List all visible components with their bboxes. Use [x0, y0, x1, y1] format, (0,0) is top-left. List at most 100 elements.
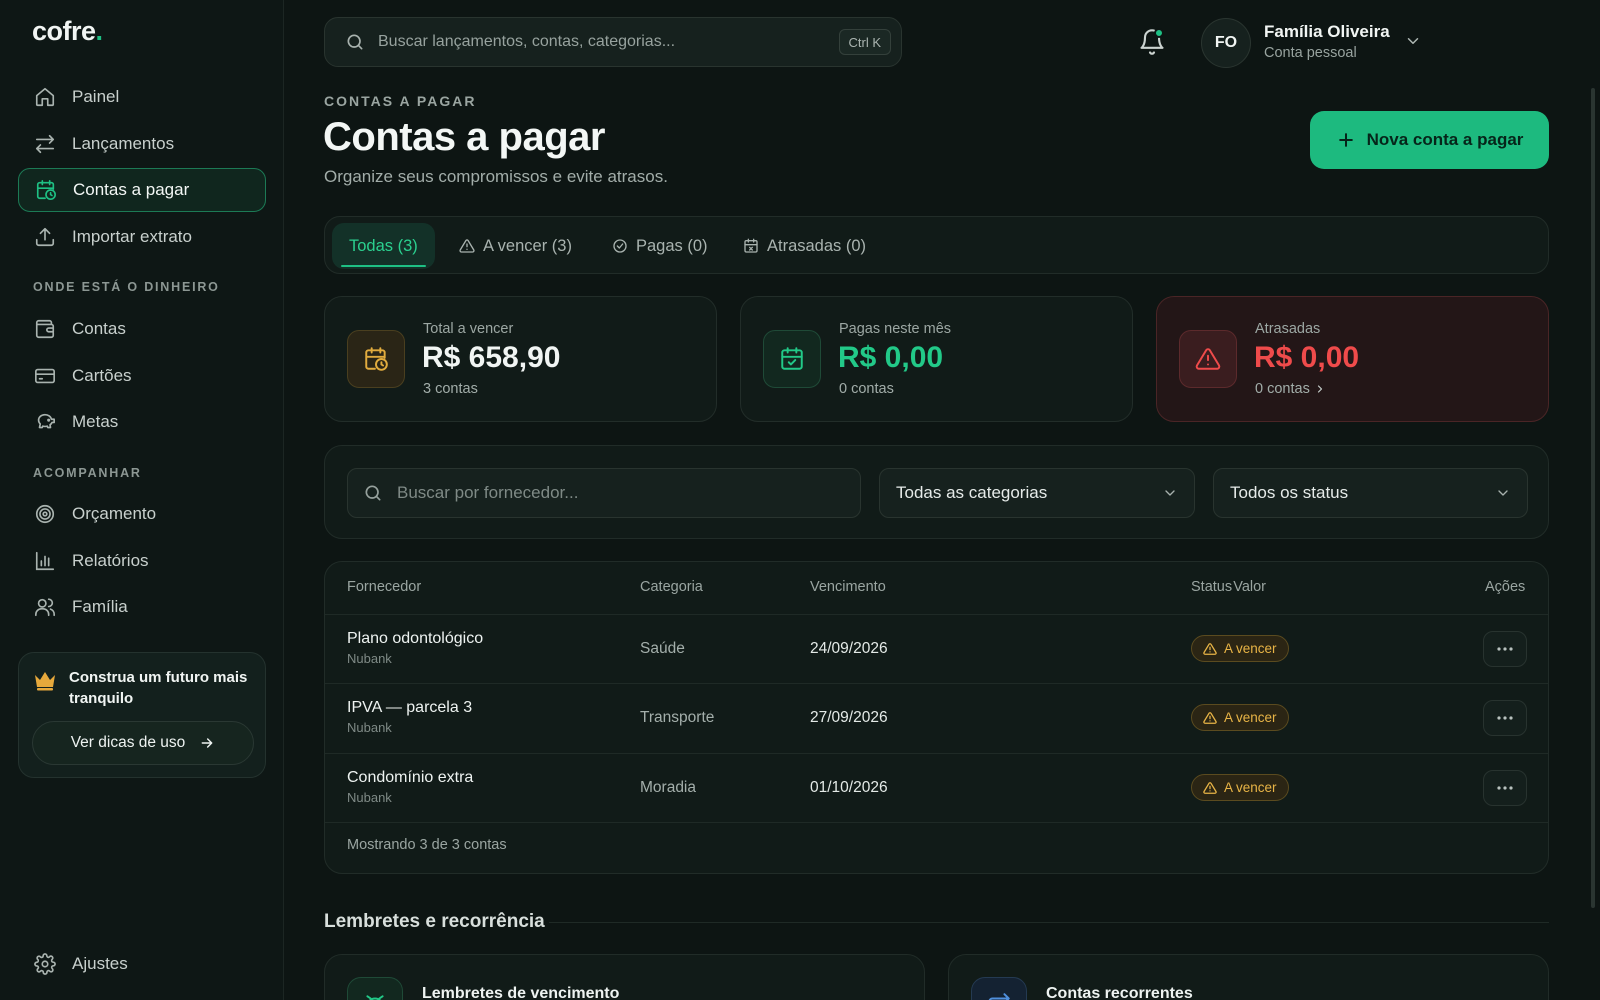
- user-subtitle: Conta pessoal: [1264, 45, 1357, 61]
- stat-label: Total a vencer: [423, 321, 514, 337]
- stat-card-total: Total a vencer R$ 658,90 3 contas: [324, 296, 717, 422]
- table-footer: Mostrando 3 de 3 contas: [347, 837, 507, 853]
- warning-triangle-icon: [1203, 642, 1217, 655]
- column-header[interactable]: Fornecedor: [347, 579, 421, 595]
- new-bill-label: Nova conta a pagar: [1366, 130, 1524, 149]
- stat-card-overdue[interactable]: Atrasadas R$ 0,00 0 contas: [1156, 296, 1549, 422]
- status-text: A vencer: [1224, 710, 1277, 725]
- warning-triangle-icon: [1203, 781, 1217, 794]
- status-select[interactable]: Todos os status: [1213, 468, 1528, 518]
- calendar-clock-icon: [365, 347, 388, 371]
- tab-label: Atrasadas (0): [767, 236, 867, 255]
- category-select[interactable]: Todas as categorias: [879, 468, 1195, 518]
- sidebar-item-label: Orçamento: [72, 504, 157, 523]
- promo-card: Construa um futuro mais tranquilo Ver di…: [18, 652, 266, 778]
- sidebar-item-painel[interactable]: Painel: [18, 75, 266, 119]
- sidebar-item-ajustes[interactable]: Ajustes: [18, 942, 266, 986]
- more-horizontal-icon: [1497, 786, 1513, 790]
- chevron-down-icon[interactable]: [1404, 32, 1422, 50]
- page-subtitle: Organize seus compromissos e evite atras…: [324, 167, 668, 186]
- more-horizontal-icon: [1497, 716, 1513, 720]
- column-header[interactable]: Categoria: [640, 579, 703, 595]
- sidebar-item-label: Família: [72, 597, 128, 616]
- page-scrollbar[interactable]: [1591, 88, 1595, 908]
- sidebar-item-label: Contas a pagar: [73, 180, 190, 199]
- tab-pagas[interactable]: Pagas (0): [595, 223, 725, 269]
- sidebar-item-contas-a-pagar[interactable]: Contas a pagar: [18, 168, 266, 212]
- search-icon: [347, 34, 363, 50]
- sidebar-item-orcamento[interactable]: Orçamento: [18, 492, 266, 536]
- sidebar-item-lancamentos[interactable]: Lançamentos: [18, 122, 266, 166]
- check-circle-icon: [613, 239, 627, 253]
- sidebar-item-label: Lançamentos: [72, 134, 175, 153]
- sidebar-item-label: Contas: [72, 319, 126, 338]
- tab-label: A vencer (3): [483, 236, 572, 255]
- stat-icon-box: [1179, 330, 1237, 388]
- column-header[interactable]: Vencimento: [810, 579, 886, 595]
- reminder-icon-box: [971, 977, 1027, 1000]
- app-logo[interactable]: cofre.: [32, 16, 103, 47]
- status-badge: A vencer: [1191, 774, 1289, 801]
- global-search-input[interactable]: Buscar lançamentos, contas, categorias..…: [324, 17, 902, 67]
- stat-count-text: 0 contas: [839, 381, 894, 397]
- supplier-account: Nubank: [347, 790, 392, 805]
- bell-clock-icon: [366, 995, 384, 1000]
- sidebar-item-label: Painel: [72, 87, 120, 106]
- row-actions-button[interactable]: [1483, 770, 1527, 806]
- reminder-card-title: Contas recorrentes: [1046, 985, 1193, 1000]
- stat-count-text: 0 contas: [1255, 381, 1310, 397]
- users-icon: [35, 598, 55, 617]
- tab-a-vencer[interactable]: A vencer (3): [442, 223, 589, 269]
- supplier-search-input[interactable]: Buscar por fornecedor...: [347, 468, 861, 518]
- divider: [325, 753, 1548, 754]
- sidebar-item-familia[interactable]: Família: [18, 585, 266, 629]
- due-date-cell: 24/09/2026: [810, 640, 888, 657]
- tab-atrasadas[interactable]: Atrasadas (0): [726, 223, 883, 269]
- status-tabs: Todas (3) A vencer (3) Pagas (0) Atrasad…: [324, 216, 1549, 274]
- stat-count: 3 contas: [423, 381, 478, 397]
- sidebar-item-relatorios[interactable]: Relatórios: [18, 539, 266, 583]
- reminder-card-due[interactable]: Lembretes de vencimento: [324, 954, 925, 1000]
- category-cell: Transporte: [640, 709, 715, 726]
- column-header[interactable]: Valor: [1108, 579, 1266, 595]
- stat-label: Atrasadas: [1255, 321, 1321, 337]
- promo-text: Construa um futuro mais tranquilo: [69, 669, 248, 707]
- status-text: A vencer: [1224, 780, 1277, 795]
- reminder-icon-box: [347, 977, 403, 1000]
- sidebar-item-metas[interactable]: Metas: [18, 400, 266, 444]
- credit-card-icon: [35, 368, 55, 384]
- stat-count: 0 contas: [839, 381, 894, 397]
- transfer-arrows-icon: [35, 134, 55, 154]
- ver-dicas-button[interactable]: Ver dicas de uso: [32, 721, 254, 765]
- sidebar-item-contas[interactable]: Contas: [18, 307, 266, 351]
- avatar[interactable]: FO: [1201, 18, 1251, 68]
- sidebar-item-cartoes[interactable]: Cartões: [18, 354, 266, 398]
- status-text: A vencer: [1224, 641, 1277, 656]
- stat-count[interactable]: 0 contas: [1255, 381, 1326, 397]
- column-header[interactable]: Status: [1191, 579, 1232, 595]
- plus-icon: [1338, 133, 1353, 147]
- sidebar-item-importar-extrato[interactable]: Importar extrato: [18, 215, 266, 259]
- notification-badge: [1154, 28, 1164, 38]
- sidebar-item-label: Relatórios: [72, 551, 149, 570]
- row-actions-button[interactable]: [1483, 631, 1527, 667]
- stat-count-text: 3 contas: [423, 381, 478, 397]
- calendar-x-icon: [744, 238, 758, 253]
- alert-triangle-icon: [1195, 348, 1221, 370]
- tab-label: Pagas (0): [636, 236, 708, 255]
- reminder-card-title: Lembretes de vencimento: [422, 985, 620, 1000]
- chevron-down-icon: [1498, 490, 1508, 496]
- chevron-right-icon: [1317, 385, 1322, 393]
- sidebar-item-label: Cartões: [72, 366, 132, 385]
- tab-todas[interactable]: Todas (3): [332, 223, 435, 269]
- notifications-button[interactable]: [1138, 28, 1166, 56]
- page-eyebrow: CONTAS A PAGAR: [324, 93, 477, 109]
- row-actions-button[interactable]: [1483, 700, 1527, 736]
- crown-icon: [35, 672, 55, 691]
- user-name[interactable]: Família Oliveira: [1264, 22, 1390, 42]
- shortcut-hint: Ctrl K: [838, 29, 891, 55]
- stat-icon-box: [347, 330, 405, 388]
- column-header[interactable]: Ações: [1485, 579, 1525, 595]
- new-bill-button[interactable]: Nova conta a pagar: [1310, 111, 1549, 169]
- reminder-card-recurring[interactable]: Contas recorrentes: [948, 954, 1549, 1000]
